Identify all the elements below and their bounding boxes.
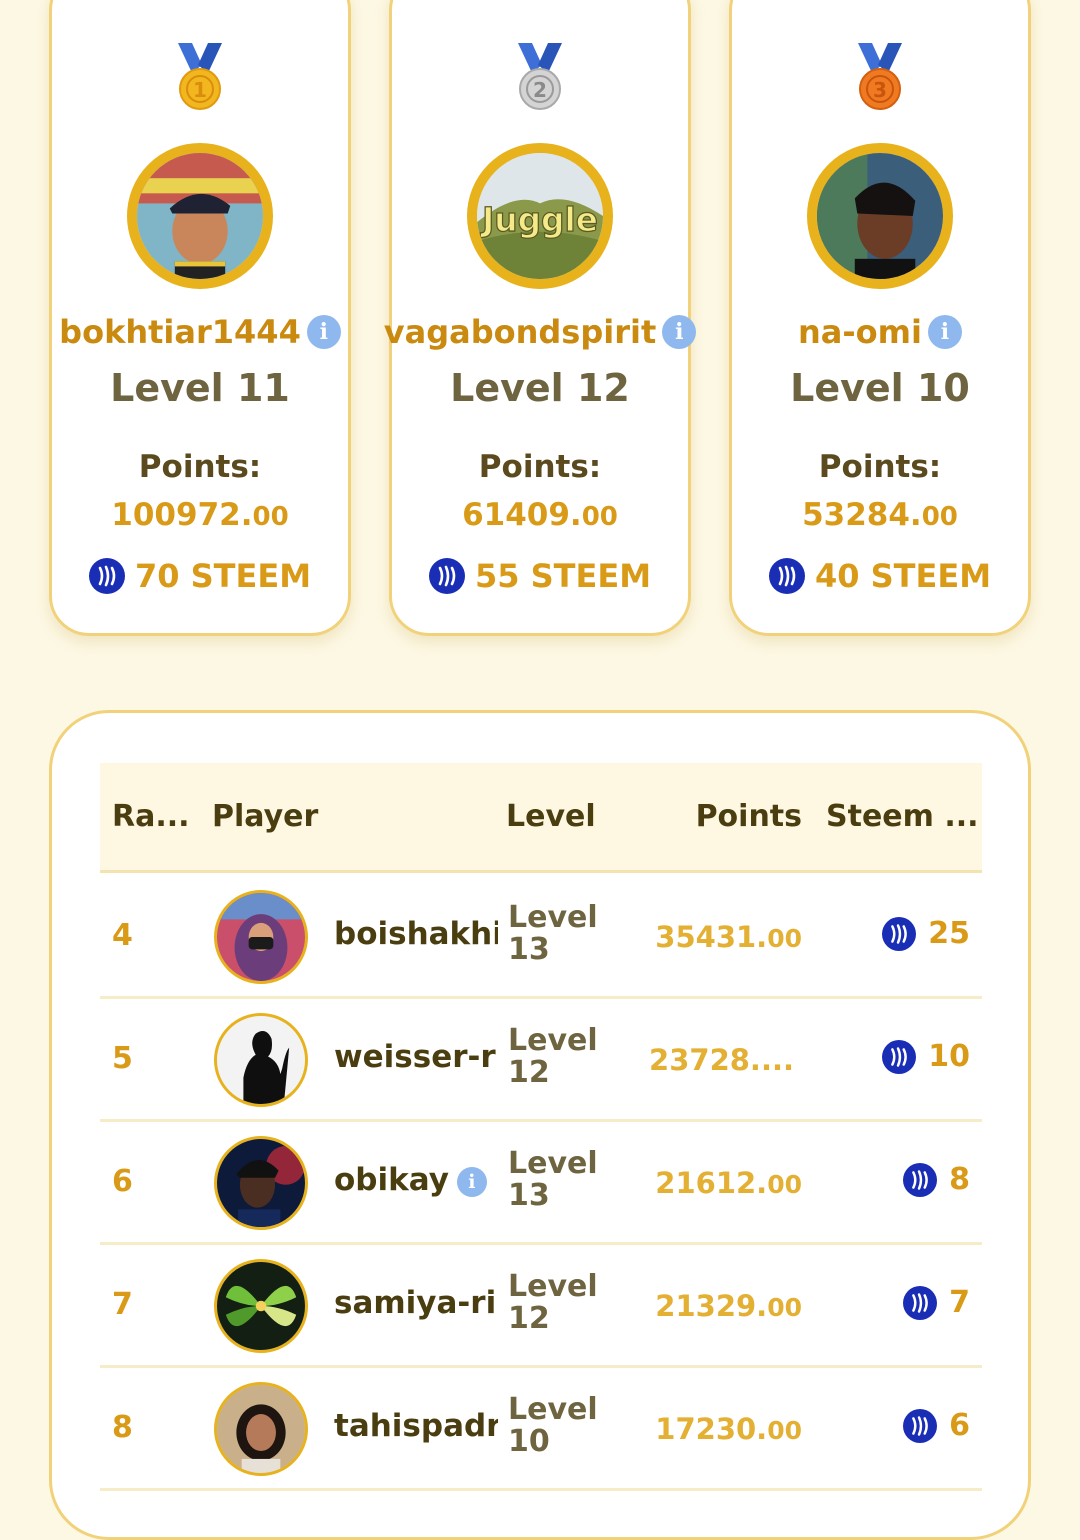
row-steem: 7 [903, 1285, 970, 1320]
avatar[interactable] [214, 1259, 308, 1353]
header-rank[interactable]: Ra... [112, 799, 190, 834]
player-name-row[interactable]: bokhtiar1444 i [32, 313, 368, 351]
player-name-row[interactable]: vagabondspirit i [372, 313, 708, 351]
player-name-row[interactable]: na-omi i [712, 313, 1048, 351]
row-rank: 8 [112, 1410, 133, 1445]
row-points: 17230.00 [655, 1412, 802, 1446]
steem-icon [903, 1162, 938, 1197]
steem-icon [903, 1408, 938, 1443]
avatar[interactable]: Juggle [467, 143, 613, 289]
table-row[interactable]: 7 samiya-ri Level 12 21329.00 7 [100, 1245, 982, 1368]
player-name[interactable]: na-omi [798, 313, 922, 351]
row-player-name[interactable]: samiya-ri [334, 1285, 498, 1321]
points-value: 61409.00 [462, 497, 618, 533]
steem-reward: 70 STEEM [52, 557, 348, 595]
row-rank: 4 [112, 918, 133, 953]
row-level: Level 12 [508, 1269, 598, 1336]
info-icon[interactable]: i [306, 315, 341, 349]
bronze-medal-icon: 3 [858, 43, 902, 113]
steem-icon [882, 916, 917, 951]
avatar[interactable] [127, 143, 273, 289]
svg-text:Juggle: Juggle [480, 201, 598, 239]
podium-card-3[interactable]: 3 na-omi i Level 10 Points: 53284.00 40 S… [729, 0, 1031, 636]
svg-text:2: 2 [533, 78, 547, 102]
row-level: Level 13 [508, 1146, 598, 1213]
header-points[interactable]: Points [696, 799, 802, 834]
info-icon[interactable]: i [456, 1166, 487, 1197]
avatar[interactable] [214, 1013, 308, 1107]
player-level: Level 10 [790, 366, 970, 410]
steem-reward: 40 STEEM [732, 557, 1028, 595]
info-icon[interactable]: i [662, 315, 697, 349]
podium-card-1[interactable]: 1 bokhtiar1444 i Level 11 Points: 100972.… [49, 0, 351, 636]
avatar[interactable] [214, 1382, 308, 1476]
player-name[interactable]: vagabondspirit [384, 313, 657, 351]
table-header: Ra... Player Level Points Steem ... [100, 763, 982, 873]
table-row[interactable]: 5 weisser-r Level 12 23728.... 10 [100, 999, 982, 1122]
avatar[interactable] [214, 890, 308, 984]
table-row[interactable]: 8 tahispadr Level 10 17230.00 6 [100, 1368, 982, 1491]
row-points: 21329.00 [655, 1289, 802, 1323]
points-value: 100972.00 [111, 497, 289, 533]
avatar[interactable] [807, 143, 953, 289]
player-level: Level 11 [110, 366, 290, 410]
points-label: Points: [138, 449, 262, 485]
row-level: Level 12 [508, 1023, 598, 1090]
steem-icon [768, 558, 805, 594]
row-player-name[interactable]: tahispadr [334, 1408, 498, 1444]
header-steem[interactable]: Steem ... [826, 799, 979, 834]
row-player-name[interactable]: weisser-r [334, 1039, 498, 1075]
row-rank: 5 [112, 1041, 133, 1076]
row-points: 35431.00 [655, 920, 802, 954]
row-steem: 25 [882, 916, 970, 951]
player-name[interactable]: bokhtiar1444 [59, 313, 301, 351]
row-player-name[interactable]: obikay i [334, 1162, 498, 1198]
row-points: 23728.... [649, 1043, 794, 1077]
header-level[interactable]: Level [506, 799, 596, 834]
info-icon[interactable]: i [927, 315, 962, 349]
points-value: 53284.00 [802, 497, 958, 533]
silver-medal-icon: 2 [518, 43, 562, 113]
svg-text:3: 3 [873, 78, 887, 102]
gold-medal-icon: 1 [178, 43, 222, 113]
points-label: Points: [818, 449, 942, 485]
svg-text:1: 1 [193, 78, 207, 102]
table-row[interactable]: 4 boishakhi Level 13 35431.00 25 [100, 876, 982, 999]
steem-icon [882, 1039, 917, 1074]
table-row[interactable]: 6 obikay i Level 13 21612.00 8 [100, 1122, 982, 1245]
podium-card-2[interactable]: 2 Juggle vagabondspirit i Level 12 Points… [384, 0, 697, 636]
player-level: Level 12 [450, 366, 630, 410]
row-steem: 10 [882, 1039, 970, 1074]
row-level: Level 10 [508, 1392, 598, 1459]
points-label: Points: [478, 449, 602, 485]
row-player-name[interactable]: boishakhi [334, 916, 498, 952]
podium: 1 bokhtiar1444 i Level 11 Points: 100972.… [0, 0, 1080, 640]
row-rank: 6 [112, 1164, 133, 1199]
row-level: Level 13 [508, 900, 598, 967]
header-player[interactable]: Player [212, 799, 318, 834]
steem-icon [88, 558, 125, 594]
row-steem: 6 [903, 1408, 970, 1443]
row-rank: 7 [112, 1287, 133, 1322]
row-steem: 8 [903, 1162, 970, 1197]
row-points: 21612.00 [655, 1166, 802, 1200]
steem-icon [903, 1285, 938, 1320]
steem-reward: 55 STEEM [392, 557, 688, 595]
leaderboard-panel: Ra... Player Level Points Steem ... 4 bo… [49, 710, 1031, 1540]
steem-icon [428, 558, 465, 594]
avatar[interactable] [214, 1136, 308, 1230]
